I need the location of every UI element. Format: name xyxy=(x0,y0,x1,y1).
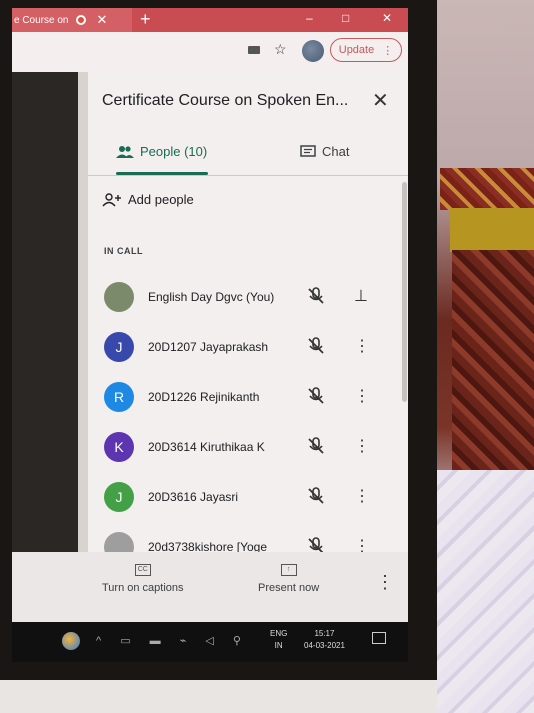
participant-row[interactable]: English Day Dgvc (You) ⊥ xyxy=(88,278,408,318)
lang-bottom: IN xyxy=(274,641,283,650)
jar-band xyxy=(450,208,534,252)
os-taskbar: ^ ▭ ▬ ⌁ ◁ ⚲ ENG IN 15:17 04-03-2021 xyxy=(12,622,408,662)
tab-people[interactable]: People (10) xyxy=(116,144,207,159)
participant-avatar: J xyxy=(104,332,134,362)
participant-name: English Day Dgvc (You) xyxy=(148,290,275,304)
clock[interactable]: 15:17 04-03-2021 xyxy=(304,628,345,652)
participant-avatar: K xyxy=(104,432,134,462)
panel-scrollbar[interactable] xyxy=(402,182,407,402)
profile-avatar[interactable] xyxy=(302,40,324,62)
participant-row[interactable]: K 20D3614 Kiruthikaa K ⋮ xyxy=(88,428,408,468)
add-people-button[interactable]: Add people xyxy=(102,192,194,207)
mic-off-icon xyxy=(308,487,324,504)
maximize-button[interactable]: □ xyxy=(342,11,349,25)
browser-toolbar: ☆ Update ⋮ xyxy=(12,32,408,72)
update-label: Update xyxy=(338,44,375,56)
panel-close-icon[interactable]: ✕ xyxy=(372,88,389,113)
participant-avatar: R xyxy=(104,382,134,412)
tab-people-label: People (10) xyxy=(140,144,208,159)
in-call-heading: IN CALL xyxy=(104,246,143,256)
lang-top: ENG xyxy=(270,629,288,638)
tab-chat[interactable]: Chat xyxy=(300,144,349,159)
participant-row[interactable]: J 20D1207 Jayaprakash ⋮ xyxy=(88,328,408,368)
tab-chat-label: Chat xyxy=(322,144,350,159)
present-now-button[interactable]: ↑ Present now xyxy=(258,564,319,594)
video-edge xyxy=(78,72,88,552)
participant-more-icon[interactable]: ⋮ xyxy=(354,386,370,406)
clock-time: 15:17 xyxy=(314,629,335,638)
participant-name: 20D3616 Jayasri xyxy=(148,490,239,504)
video-area xyxy=(12,72,78,552)
clock-date: 04-03-2021 xyxy=(304,641,345,650)
participant-avatar xyxy=(104,282,134,312)
camera-icon[interactable] xyxy=(248,46,260,54)
more-options-icon[interactable]: ⋮ xyxy=(376,572,394,593)
mic-off-icon xyxy=(308,437,324,454)
chat-icon xyxy=(300,144,316,157)
participant-name: 20D1207 Jayaprakash xyxy=(148,340,269,354)
jar-body xyxy=(452,250,534,470)
participant-name: 20D1226 Rejinikanth xyxy=(148,390,260,404)
security-shield-icon[interactable] xyxy=(62,632,80,650)
new-tab-button[interactable]: + xyxy=(140,9,151,30)
browser-tab[interactable]: e Course on ✕ xyxy=(12,8,132,32)
mic-off-icon xyxy=(308,337,324,354)
mic-off-icon xyxy=(308,537,324,552)
jar-lid xyxy=(440,168,534,210)
notification-icon[interactable] xyxy=(372,632,386,644)
update-button[interactable]: Update ⋮ xyxy=(330,38,402,62)
bookmark-star-icon[interactable]: ☆ xyxy=(274,41,287,58)
captions-button[interactable]: CC Turn on captions xyxy=(102,564,184,594)
participant-more-icon[interactable]: ⋮ xyxy=(354,436,370,456)
participant-avatar xyxy=(104,532,134,552)
tab-close-icon[interactable]: ✕ xyxy=(96,12,107,28)
tab-title: e Course on xyxy=(14,14,69,26)
participant-avatar: J xyxy=(104,482,134,512)
browser-tab-bar: e Course on ✕ + – □ ✕ xyxy=(12,8,408,32)
participant-more-icon[interactable]: ⋮ xyxy=(354,536,370,552)
minimize-button[interactable]: – xyxy=(306,11,313,25)
mic-off-icon xyxy=(308,387,324,404)
participant-more-icon[interactable]: ⋮ xyxy=(354,336,370,356)
mic-off-icon xyxy=(308,287,324,304)
people-icon xyxy=(116,145,134,158)
present-label: Present now xyxy=(258,582,320,594)
add-person-icon xyxy=(102,192,121,206)
captions-icon: CC xyxy=(134,564,151,576)
kebab-menu-icon: ⋮ xyxy=(382,44,394,57)
participant-row[interactable]: R 20D1226 Rejinikanth ⋮ xyxy=(88,378,408,418)
bottom-frame xyxy=(0,680,437,713)
language-indicator[interactable]: ENG IN xyxy=(270,628,287,652)
add-people-label: Add people xyxy=(128,192,194,207)
window-close-button[interactable]: ✕ xyxy=(382,11,392,25)
participant-name: 20D3614 Kiruthikaa K xyxy=(148,440,265,454)
present-icon: ↑ xyxy=(280,564,297,576)
participant-more-icon[interactable]: ⋮ xyxy=(354,486,370,506)
participant-row[interactable]: 20d3738kishore [Yoge ⋮ xyxy=(88,528,408,552)
captions-label: Turn on captions xyxy=(102,582,184,594)
pin-icon[interactable]: ⊥ xyxy=(354,286,368,306)
record-icon xyxy=(76,15,87,25)
participant-name: 20d3738kishore [Yoge xyxy=(148,540,267,552)
meeting-bottom-bar: CC Turn on captions ↑ Present now ⋮ xyxy=(12,552,408,622)
panel-title: Certificate Course on Spoken En... xyxy=(102,92,349,109)
participant-row[interactable]: J 20D3616 Jayasri ⋮ xyxy=(88,478,408,518)
tray-icons[interactable]: ^ ▭ ▬ ⌁ ◁ ⚲ xyxy=(96,634,249,647)
people-panel: Certificate Course on Spoken En... ✕ Peo… xyxy=(88,72,408,552)
tab-divider xyxy=(88,175,408,176)
